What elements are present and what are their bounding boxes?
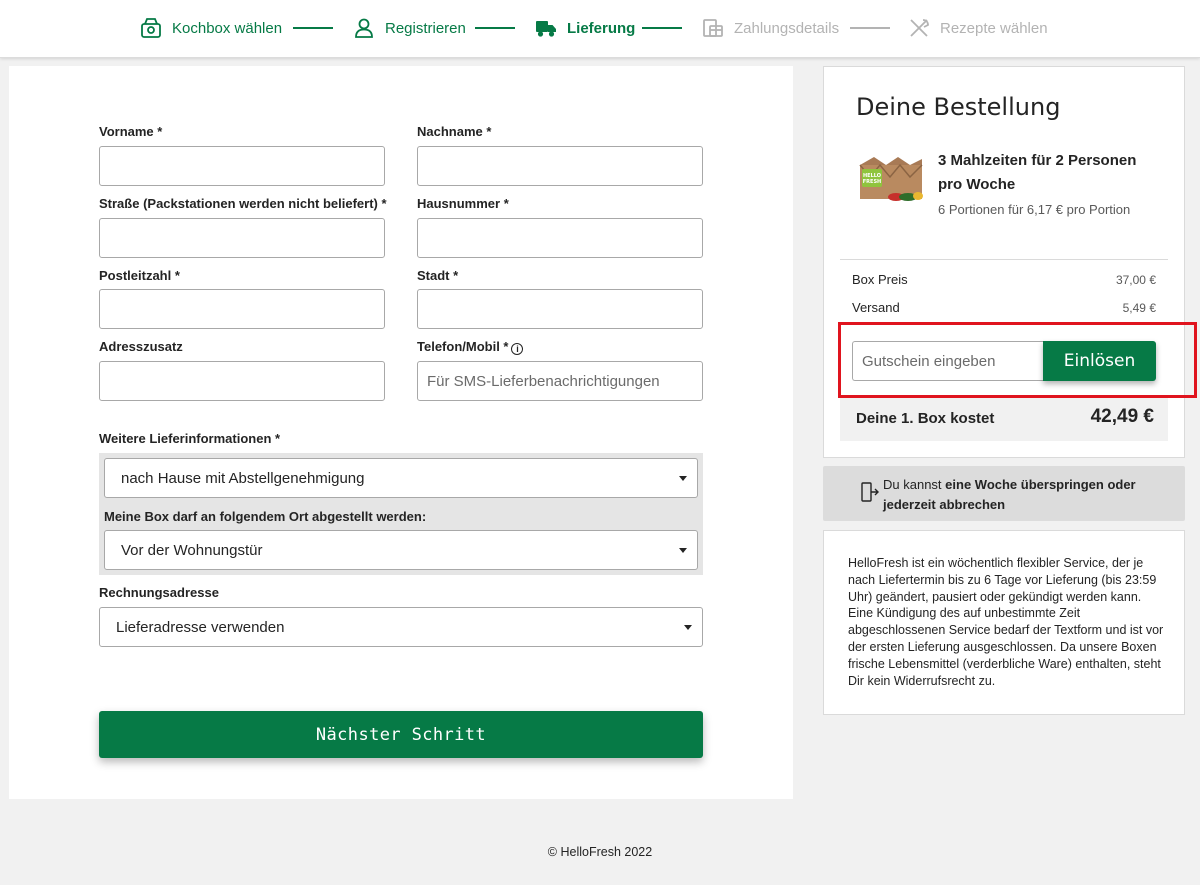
delivery-form: Vorname * Nachname * Straße (Packstation…: [9, 66, 793, 799]
street-field[interactable]: [99, 218, 385, 258]
voucher-highlight: [838, 322, 1197, 398]
step-label: Lieferung: [567, 19, 636, 37]
checkout-progress-bar: Kochbox wählen Registrieren Lieferung Za…: [0, 0, 1200, 58]
box-price-label: Box Preis: [852, 272, 908, 287]
flexibility-banner: Du kannst eine Woche überspringen oder j…: [823, 466, 1185, 521]
flexibility-text-prefix: Du kannst: [883, 477, 946, 492]
shipping-label: Versand: [852, 300, 900, 315]
legal-info-card: HelloFresh ist ein wöchentlich flexibler…: [823, 530, 1185, 715]
last-name-field[interactable]: [417, 146, 703, 186]
shipping-value: 5,49 €: [1122, 301, 1156, 315]
dropoff-value: Vor der Wohnungstür: [121, 541, 263, 559]
step-connector: [850, 27, 890, 29]
exit-door-icon: [861, 482, 879, 502]
step-kochbox[interactable]: Kochbox wählen: [140, 12, 282, 44]
zip-field[interactable]: [99, 289, 385, 329]
divider: [840, 259, 1168, 260]
step-label: Rezepte wählen: [940, 19, 1048, 37]
delivery-options-panel: nach Hause mit Abstellgenehmigung Meine …: [99, 453, 703, 575]
step-registrieren[interactable]: Registrieren: [353, 12, 466, 44]
total-value: 42,49 €: [1090, 406, 1154, 427]
step-connector: [642, 27, 682, 29]
svg-text:FRESH: FRESH: [863, 179, 881, 185]
phone-label-text: Telefon/Mobil *: [417, 339, 509, 354]
last-name-label: Nachname *: [417, 124, 492, 139]
delivery-info-label: Weitere Lieferinformationen *: [99, 431, 281, 446]
address-extra-field[interactable]: [99, 361, 385, 401]
phone-label: Telefon/Mobil * i: [417, 339, 524, 355]
total-label: Deine 1. Box kostet: [856, 410, 995, 427]
payment-icon: [703, 19, 723, 37]
dropoff-select[interactable]: Vor der Wohnungstür: [104, 530, 698, 570]
step-connector: [475, 27, 515, 29]
street-label: Straße (Packstationen werden nicht belie…: [99, 196, 387, 211]
address-extra-label: Adresszusatz: [99, 339, 183, 354]
caret-down-icon: [679, 548, 687, 553]
caret-down-icon: [679, 476, 687, 481]
step-connector: [293, 27, 333, 29]
meal-box-image: HELLO FRESH: [859, 157, 923, 201]
step-label: Zahlungsdetails: [734, 19, 840, 37]
step-lieferung[interactable]: Lieferung: [535, 12, 635, 44]
house-number-field[interactable]: [417, 218, 703, 258]
next-step-button[interactable]: Nächster Schritt: [99, 711, 703, 758]
flexibility-text: Du kannst eine Woche überspringen oder j…: [883, 475, 1173, 515]
step-zahlungsdetails[interactable]: Zahlungsdetails: [702, 12, 839, 44]
first-name-field[interactable]: [99, 146, 385, 186]
step-rezepte[interactable]: Rezepte wählen: [908, 12, 1048, 44]
billing-value: Lieferadresse verwenden: [116, 618, 285, 636]
footer-copyright: © HelloFresh 2022: [547, 845, 653, 859]
legal-text: HelloFresh ist ein wöchentlich flexibler…: [848, 556, 1164, 688]
city-field[interactable]: [417, 289, 703, 329]
zip-label: Postleitzahl *: [99, 268, 180, 283]
plan-title: 3 Mahlzeiten für 2 Personen pro Woche: [938, 152, 1137, 193]
billing-label: Rechnungsadresse: [99, 585, 219, 600]
dropoff-label: Meine Box darf an folgendem Ort abgestel…: [104, 509, 427, 524]
step-label: Kochbox wählen: [172, 19, 283, 37]
user-icon: [355, 18, 373, 38]
delivery-info-value: nach Hause mit Abstellgenehmigung: [121, 469, 365, 487]
delivery-info-select[interactable]: nach Hause mit Abstellgenehmigung: [104, 458, 698, 498]
caret-down-icon: [684, 625, 692, 630]
plan-subtitle: 6 Portionen für 6,17 € pro Portion: [938, 202, 1131, 217]
box-price-value: 37,00 €: [1115, 273, 1156, 287]
order-title: Deine Bestellung: [856, 93, 1061, 121]
box-icon: [141, 18, 161, 38]
house-number-label: Hausnummer *: [417, 196, 509, 211]
first-name-label: Vorname *: [99, 124, 163, 139]
phone-field[interactable]: [417, 361, 703, 401]
order-summary: Deine Bestellung HELLO FRESH 3 Mahlzeite…: [823, 66, 1185, 458]
step-label: Registrieren: [385, 19, 466, 37]
total-row: Deine 1. Box kostet 42,49 €: [840, 397, 1168, 441]
cutlery-icon: [910, 19, 929, 37]
billing-select[interactable]: Lieferadresse verwenden: [99, 607, 703, 647]
city-label: Stadt *: [417, 268, 459, 283]
truck-icon: [536, 21, 556, 37]
info-icon[interactable]: i: [511, 343, 524, 355]
